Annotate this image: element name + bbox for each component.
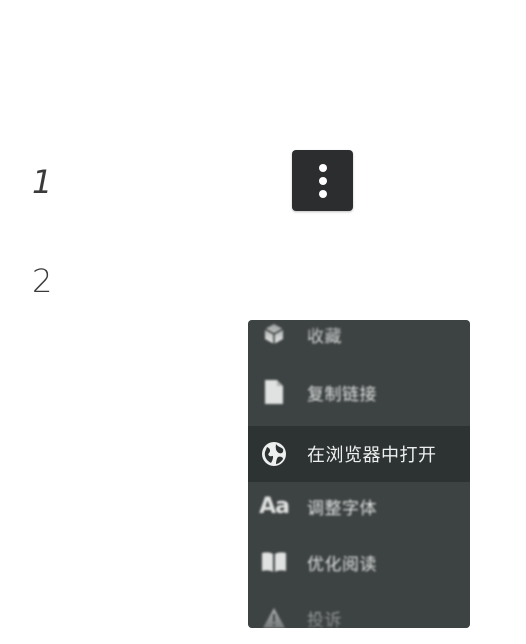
menu-item-copy-link[interactable]: 复制链接 (248, 364, 470, 420)
menu-item-label: 复制链接 (307, 384, 377, 405)
menu-item-report[interactable]: 投诉 (248, 590, 470, 628)
favorite-box-icon (261, 321, 287, 347)
menu-item-optimize-reading[interactable]: 优化阅读 (248, 534, 470, 590)
font-aa-icon: Aa (259, 493, 290, 519)
more-vertical-icon-dot-middle (318, 176, 327, 185)
menu-item-open-in-browser[interactable]: 在浏览器中打开 (248, 426, 470, 482)
menu-item-favorite[interactable]: 收藏 (248, 320, 470, 362)
more-vertical-icon-dot-top (318, 163, 327, 172)
step-number-2: 2 (32, 262, 53, 300)
menu-item-label: 在浏览器中打开 (307, 445, 437, 466)
globe-icon (261, 441, 287, 467)
context-menu: 收藏 复制链接 在浏览器中打开 Aa 调整字体 优化阅读 投诉 (248, 320, 470, 628)
warning-icon (261, 605, 287, 628)
more-options-button[interactable] (292, 150, 353, 211)
menu-item-label: 调整字体 (307, 498, 377, 519)
copy-document-icon (261, 379, 287, 405)
menu-item-label: 优化阅读 (307, 554, 377, 575)
book-icon (261, 549, 287, 575)
step-number-1: 1 (32, 163, 53, 201)
more-vertical-icon-dot-bottom (318, 189, 327, 198)
menu-item-label: 投诉 (307, 610, 342, 629)
menu-item-label: 收藏 (307, 326, 342, 347)
menu-item-adjust-font[interactable]: Aa 调整字体 (248, 478, 470, 534)
